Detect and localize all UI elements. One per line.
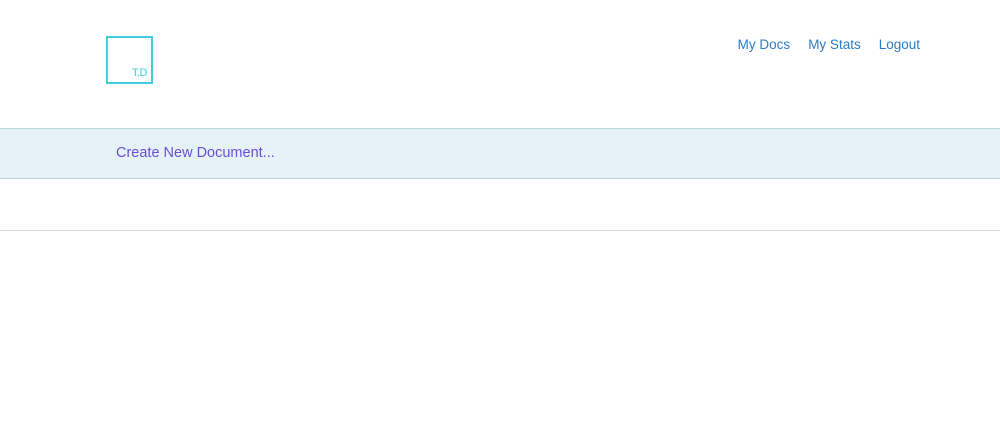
divider bbox=[0, 230, 1000, 231]
logo-text: T.D bbox=[132, 67, 148, 79]
header: T.D My Docs My Stats Logout bbox=[0, 0, 1000, 128]
create-document-bar: Create New Document... bbox=[0, 128, 1000, 179]
nav-logout-link[interactable]: Logout bbox=[879, 37, 920, 52]
create-new-document-link[interactable]: Create New Document... bbox=[116, 145, 275, 161]
logo[interactable]: T.D bbox=[106, 36, 153, 84]
top-nav: My Docs My Stats Logout bbox=[738, 37, 920, 52]
nav-my-stats-link[interactable]: My Stats bbox=[808, 37, 861, 52]
nav-my-docs-link[interactable]: My Docs bbox=[738, 37, 791, 52]
